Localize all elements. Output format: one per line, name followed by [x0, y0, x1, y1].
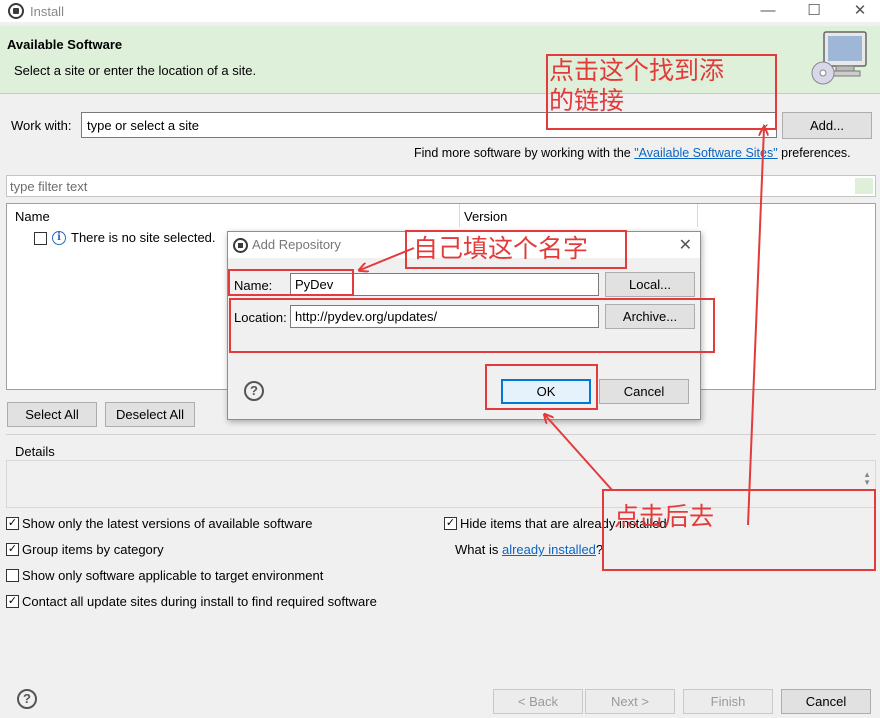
option-label: Show only the latest versions of availab… [22, 516, 313, 531]
help-icon[interactable]: ? [244, 381, 264, 401]
empty-table-message: There is no site selected. [71, 230, 216, 245]
what-is-prefix: What is [455, 542, 502, 557]
column-divider [697, 204, 698, 227]
close-icon[interactable]: ✕ [840, 0, 880, 22]
app-icon [233, 238, 248, 253]
monitor-cd-icon [811, 31, 867, 85]
annotation-line: 点击这个找到添 [549, 56, 725, 85]
annotation-click-after: 点击后去 [614, 502, 715, 531]
work-with-value: type or select a site [87, 118, 199, 133]
local-button[interactable]: Local... [605, 272, 695, 297]
dialog-cancel-button[interactable]: Cancel [599, 379, 689, 404]
find-more-text: Find more software by working with the "… [414, 146, 851, 160]
scroll-arrows-icon[interactable]: ▲ ▼ [863, 471, 871, 487]
available-software-sites-link[interactable]: "Available Software Sites" [634, 146, 777, 160]
annotation-find-link: 点击这个找到添 的链接 [549, 56, 724, 116]
filter-input[interactable]: type filter text [6, 175, 876, 197]
details-label: Details [15, 444, 55, 459]
option-label: Show only software applicable to target … [22, 568, 324, 583]
row-checkbox[interactable] [34, 232, 47, 245]
checkbox-checked[interactable]: ✓ [6, 543, 19, 556]
deselect-all-button[interactable]: Deselect All [105, 402, 195, 427]
minimize-icon[interactable]: — [748, 0, 788, 22]
app-icon [8, 3, 24, 19]
page-title: Available Software [7, 37, 123, 52]
info-icon: i [52, 231, 66, 245]
window-title: Install [30, 4, 64, 19]
option-label: Group items by category [22, 542, 164, 557]
dialog-title: Add Repository [252, 237, 341, 252]
divider [6, 434, 876, 435]
finish-button[interactable]: Finish [683, 689, 773, 714]
checkbox-checked[interactable]: ✓ [6, 595, 19, 608]
maximize-icon[interactable]: ☐ [794, 0, 834, 22]
page-subtitle: Select a site or enter the location of a… [14, 63, 257, 78]
work-with-label: Work with: [11, 118, 72, 133]
close-icon[interactable]: ✕ [679, 235, 692, 255]
checkbox-unchecked[interactable] [6, 569, 19, 582]
annotation-line: 的链接 [549, 86, 625, 115]
find-more-suffix: preferences. [777, 146, 851, 160]
column-header-name: Name [15, 209, 50, 224]
next-button[interactable]: Next > [585, 689, 675, 714]
column-header-version: Version [464, 209, 508, 224]
back-button[interactable]: < Back [493, 689, 583, 714]
option-label: Contact all update sites during install … [22, 594, 377, 609]
cancel-button[interactable]: Cancel [781, 689, 871, 714]
annotation-box-ok [485, 364, 598, 410]
annotation-fill-name: 自己填这个名字 [413, 234, 589, 263]
column-divider [459, 204, 460, 227]
already-installed-link[interactable]: already installed [502, 542, 596, 557]
add-site-button[interactable]: Add... [782, 112, 872, 139]
filter-placeholder: type filter text [10, 179, 88, 194]
annotation-box-location [229, 298, 715, 353]
what-is-installed-text: What is already installed? [455, 542, 603, 557]
annotation-box-name [228, 269, 354, 296]
checkbox-checked[interactable]: ✓ [444, 517, 457, 530]
checkbox-checked[interactable]: ✓ [6, 517, 19, 530]
help-icon[interactable]: ? [17, 689, 37, 709]
select-all-button[interactable]: Select All [7, 402, 97, 427]
find-more-prefix: Find more software by working with the [414, 146, 635, 160]
clear-filter-icon[interactable] [855, 178, 873, 194]
